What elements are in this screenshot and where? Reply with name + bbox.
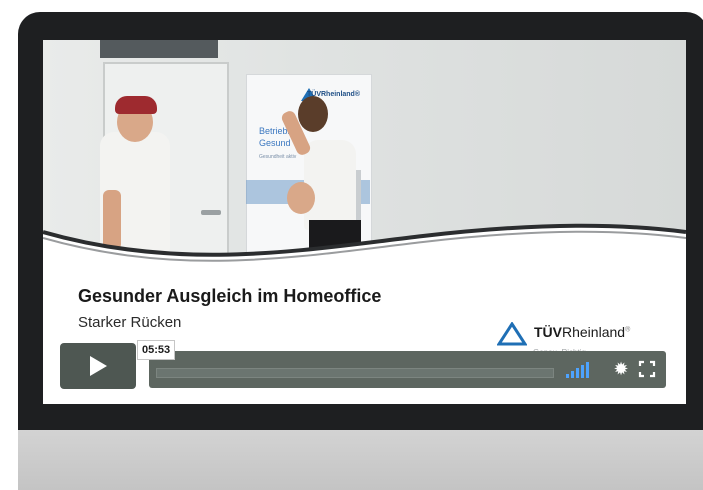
video-subtitle: Starker Rücken xyxy=(78,314,182,331)
video-frame[interactable]: TÜVRheinland® Betriebl Gesund Gesundheit… xyxy=(43,40,686,280)
volume-bars-icon[interactable] xyxy=(566,362,592,378)
control-bar: ✹ xyxy=(149,351,666,388)
fullscreen-icon[interactable] xyxy=(638,360,656,378)
progress-bar[interactable] xyxy=(156,368,554,378)
brand-name: TÜVRheinland® xyxy=(534,324,630,340)
brand-name-bold: TÜV xyxy=(534,324,562,340)
timestamp-tooltip: 05:53 xyxy=(137,340,176,360)
window xyxy=(100,40,218,58)
wave-divider xyxy=(43,223,686,280)
monitor-stand xyxy=(18,430,703,490)
video-player: TÜVRheinland® Betriebl Gesund Gesundheit… xyxy=(43,40,686,404)
play-icon xyxy=(90,356,107,376)
rollup-text-line2: Gesund xyxy=(259,138,291,148)
play-button[interactable] xyxy=(60,343,136,389)
brand-name-regular: Rheinland xyxy=(562,324,626,340)
gear-icon[interactable]: ✹ xyxy=(611,359,631,379)
brand-mark: ® xyxy=(625,326,631,334)
rollup-text-line3: Gesundheit aktiv xyxy=(259,154,297,160)
tuv-triangle-icon xyxy=(497,322,527,346)
video-title: Gesunder Ausgleich im Homeoffice xyxy=(78,286,382,306)
